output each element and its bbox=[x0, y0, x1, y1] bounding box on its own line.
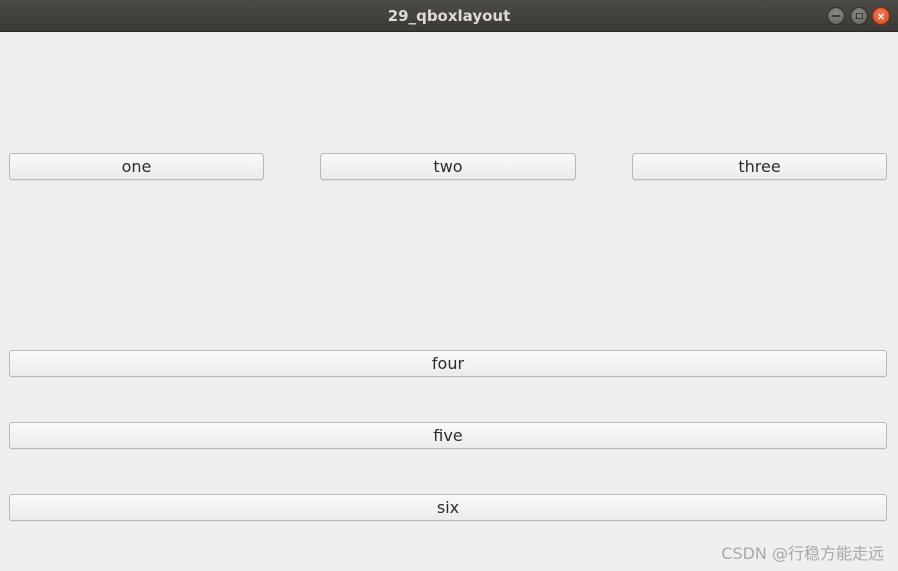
close-glyph: × bbox=[876, 9, 886, 23]
minimize-icon[interactable] bbox=[827, 7, 845, 25]
close-icon[interactable]: × bbox=[872, 7, 890, 25]
title-bar[interactable]: 29_qboxlayout × bbox=[0, 0, 898, 32]
six-button[interactable]: six bbox=[9, 494, 887, 521]
application-window: 29_qboxlayout × one two three four five … bbox=[0, 0, 898, 571]
three-button[interactable]: three bbox=[632, 153, 887, 180]
five-button[interactable]: five bbox=[9, 422, 887, 449]
watermark-text: CSDN @行稳方能走远 bbox=[721, 544, 884, 563]
maximize-icon[interactable] bbox=[850, 7, 868, 25]
window-title: 29_qboxlayout bbox=[387, 7, 511, 25]
minimize-glyph bbox=[832, 15, 840, 17]
one-button[interactable]: one bbox=[9, 153, 264, 180]
four-button[interactable]: four bbox=[9, 350, 887, 377]
maximize-glyph bbox=[855, 13, 863, 19]
two-button[interactable]: two bbox=[320, 153, 576, 180]
